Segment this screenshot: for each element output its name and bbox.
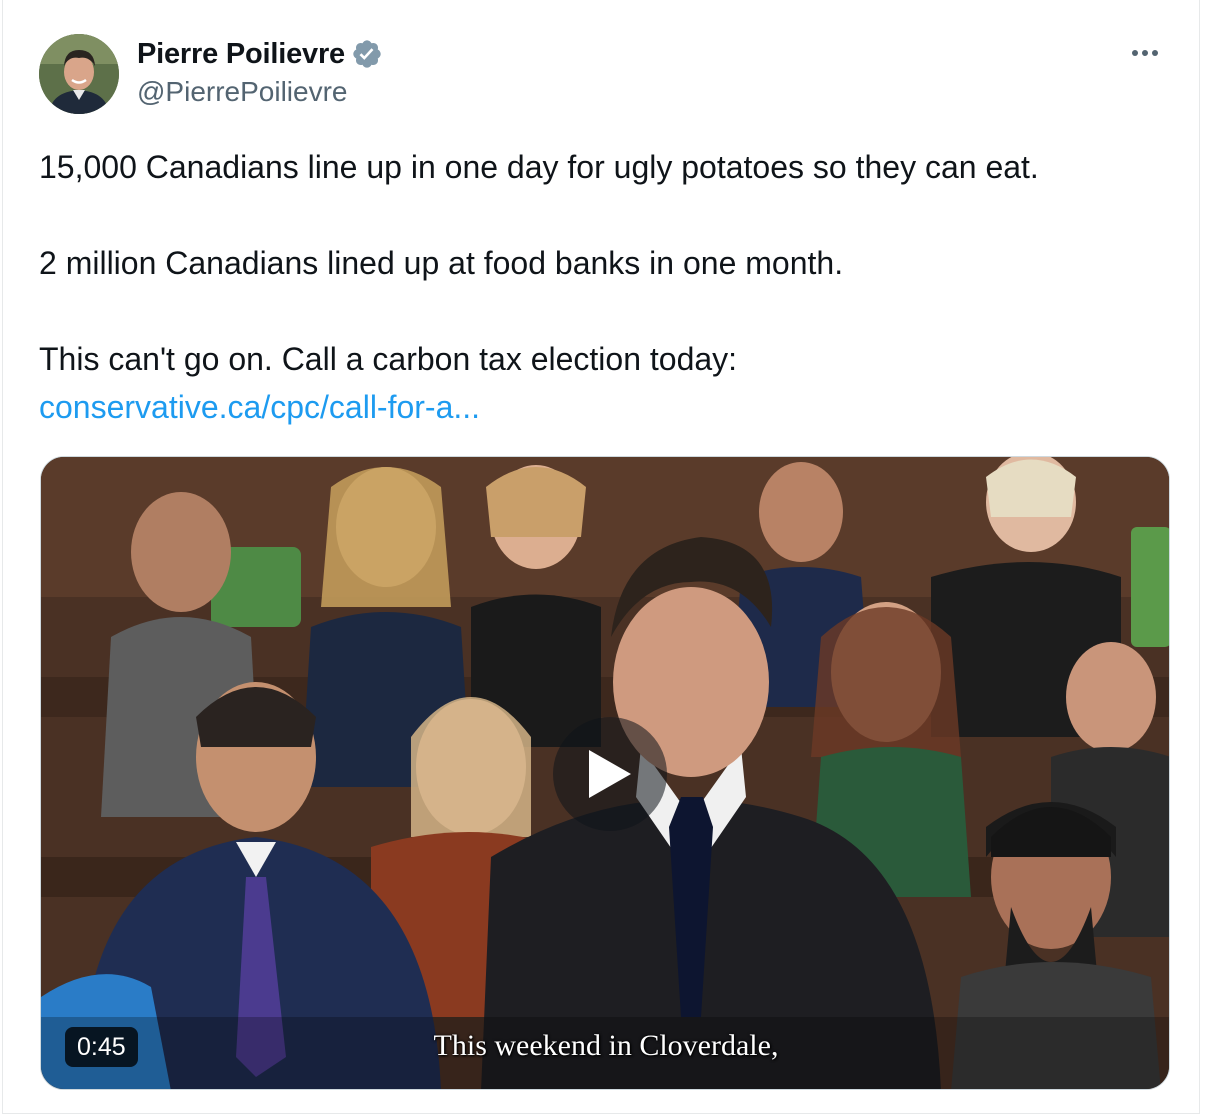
- play-icon: [589, 750, 631, 798]
- tweet-card: Pierre Poilievre @PierrePoilievre 15,000…: [2, 0, 1200, 1114]
- author-name-row: Pierre Poilievre: [137, 36, 383, 72]
- tweet-line-2: 2 million Canadians lined up at food ban…: [39, 245, 844, 281]
- video-player[interactable]: 0:45 This weekend in Cloverdale,: [40, 456, 1170, 1090]
- avatar[interactable]: [39, 34, 119, 114]
- author-display-name[interactable]: Pierre Poilievre: [137, 38, 345, 71]
- tweet-line-3: This can't go on. Call a carbon tax elec…: [39, 341, 738, 377]
- video-caption: This weekend in Cloverdale,: [433, 1029, 779, 1062]
- author-handle[interactable]: @PierrePoilievre: [137, 76, 348, 108]
- verified-badge-icon[interactable]: [351, 38, 383, 70]
- tweet-text: 15,000 Canadians line up in one day for …: [39, 143, 1169, 431]
- profile-photo-icon: [39, 34, 119, 114]
- tweet-link[interactable]: conservative.ca/cpc/call-for-a...: [39, 389, 480, 425]
- play-button[interactable]: [553, 717, 667, 831]
- tweet-line-1: 15,000 Canadians line up in one day for …: [39, 149, 1039, 185]
- more-options-icon[interactable]: [1125, 38, 1165, 68]
